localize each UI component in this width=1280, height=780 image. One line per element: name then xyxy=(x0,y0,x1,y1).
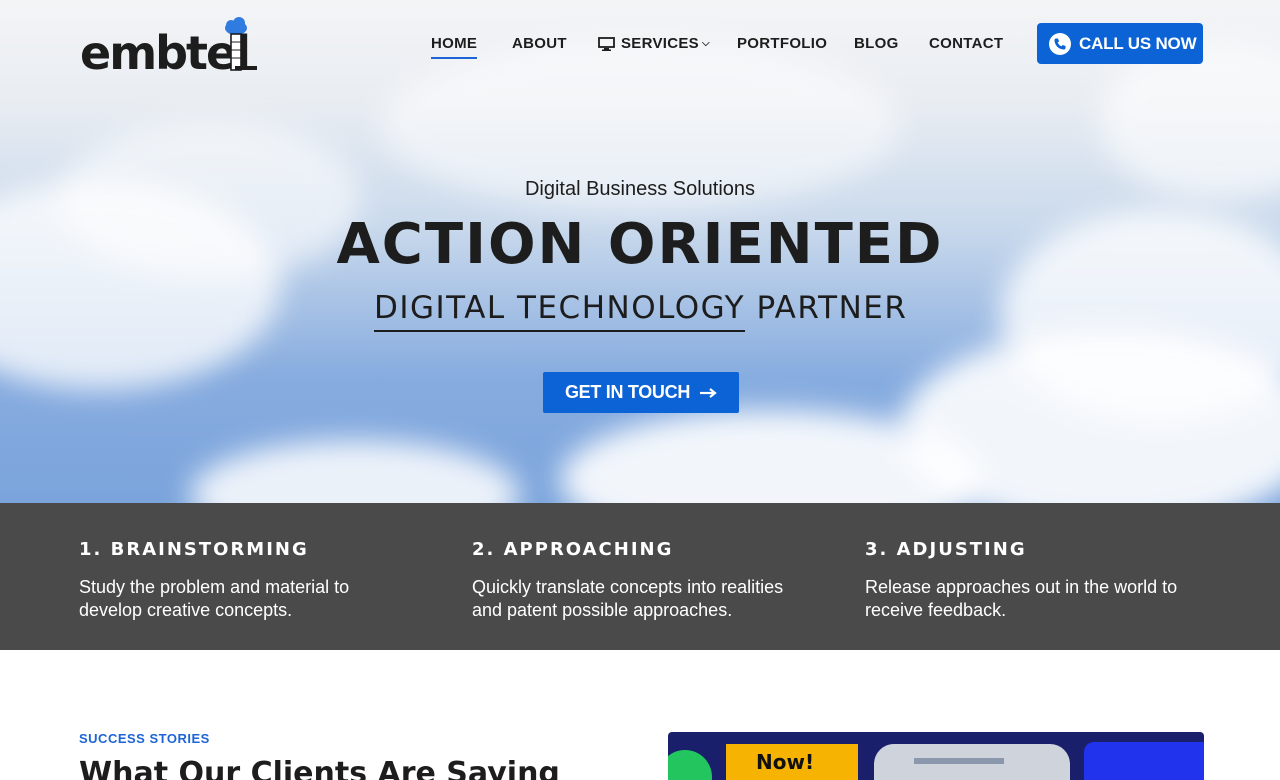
hero-tagline: DIGITAL TECHNOLOGY PARTNER xyxy=(374,290,908,332)
step-description: Quickly translate concepts into realitie… xyxy=(472,576,812,622)
step-title: 2. APPROACHING xyxy=(472,539,674,560)
decorative-circle xyxy=(668,750,712,780)
hero-section: embtel HOME ABOUT SERVICES ⌵ PORTFOLIO B… xyxy=(0,0,1280,503)
step-brainstorming: 1. BRAINSTORMING Study the problem and m… xyxy=(79,539,419,622)
testimonial-video-thumbnail[interactable]: Now! xyxy=(668,732,1204,780)
site-logo[interactable]: embtel xyxy=(80,14,260,78)
hero-subtitle: Digital Business Solutions xyxy=(524,178,756,200)
step-description: Release approaches out in the world to r… xyxy=(865,576,1205,622)
cloud-shape xyxy=(1100,40,1280,200)
step-description-line: receive feedback. xyxy=(865,600,1007,620)
arrow-right-icon xyxy=(700,387,717,398)
cloud-shape xyxy=(190,440,520,503)
hero-tagline-rest: PARTNER xyxy=(756,290,908,326)
step-description-line: Quickly translate concepts into realitie… xyxy=(472,577,784,597)
step-title: 1. BRAINSTORMING xyxy=(79,539,309,560)
step-description: Study the problem and material to develo… xyxy=(79,576,419,622)
call-us-label: CALL US NOW xyxy=(1079,33,1197,53)
call-us-button[interactable]: CALL US NOW xyxy=(1037,23,1203,64)
hero-title: ACTION ORIENTED xyxy=(336,212,944,277)
process-steps: 1. BRAINSTORMING Study the problem and m… xyxy=(0,503,1280,650)
step-adjusting: 3. ADJUSTING Release approaches out in t… xyxy=(865,539,1205,622)
decorative-panel xyxy=(1084,742,1204,780)
step-description-line: Release approaches out in the world to xyxy=(865,577,1178,597)
monitor-icon xyxy=(598,36,615,51)
nav-item-services[interactable]: SERVICES ⌵ xyxy=(598,35,710,52)
get-in-touch-label: GET IN TOUCH xyxy=(564,382,691,402)
nav-item-portfolio[interactable]: PORTFOLIO xyxy=(737,35,827,52)
nav-item-about[interactable]: ABOUT xyxy=(512,35,567,52)
chevron-down-icon: ⌵ xyxy=(702,38,710,49)
nav-item-contact[interactable]: CONTACT xyxy=(929,35,1003,52)
section-kicker: SUCCESS STORIES xyxy=(79,731,210,746)
step-title: 3. ADJUSTING xyxy=(865,539,1027,560)
nav-item-blog[interactable]: BLOG xyxy=(854,35,899,52)
screen-bar xyxy=(914,758,1004,764)
media-caption: Now! xyxy=(726,744,858,780)
hero-tagline-highlight: DIGITAL TECHNOLOGY xyxy=(374,290,746,332)
get-in-touch-button[interactable]: GET IN TOUCH xyxy=(543,372,739,413)
phone-icon xyxy=(1049,32,1071,55)
step-description-line: and patent possible approaches. xyxy=(472,600,733,620)
laptop-screen-image xyxy=(874,744,1070,780)
step-description-line: develop creative concepts. xyxy=(79,600,293,620)
nav-item-services-label: SERVICES xyxy=(621,35,699,52)
step-description-line: Study the problem and material to xyxy=(79,577,350,597)
step-approaching: 2. APPROACHING Quickly translate concept… xyxy=(472,539,812,622)
section-title: What Our Clients Are Saying xyxy=(79,756,560,780)
nav-item-home[interactable]: HOME xyxy=(431,35,478,59)
logo-underline xyxy=(235,66,257,70)
